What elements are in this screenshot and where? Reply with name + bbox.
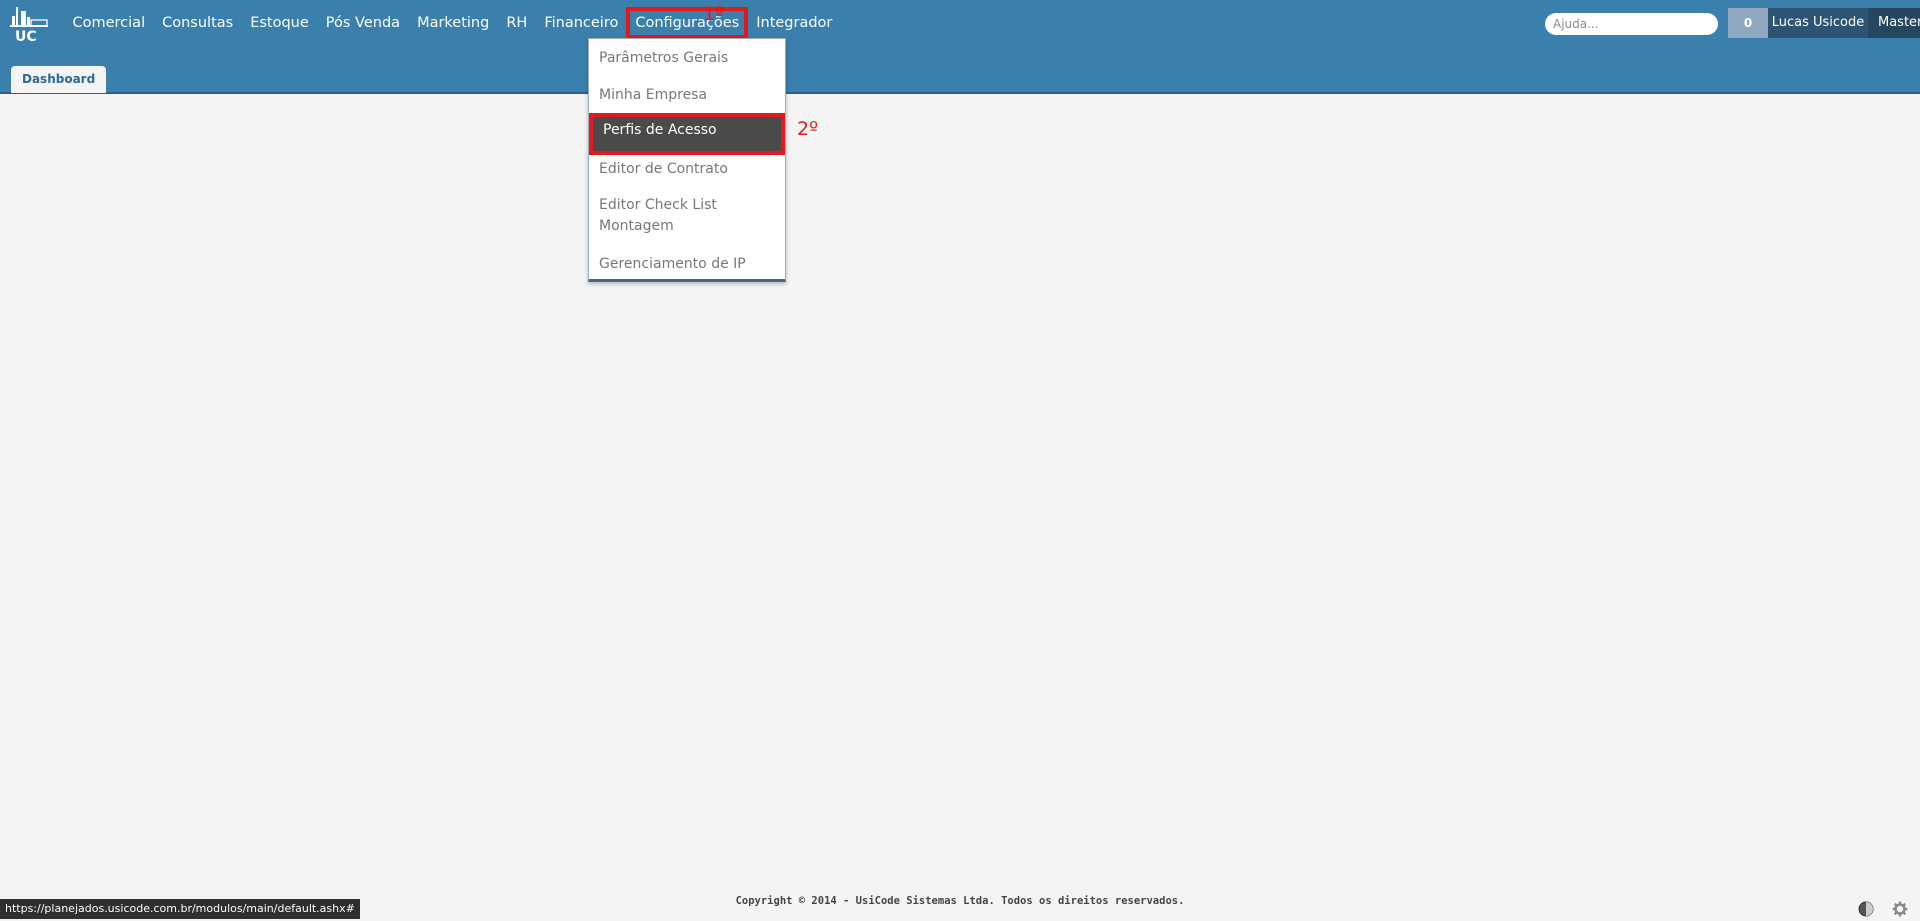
menu-item-editor-check-list[interactable]: Editor Check List Montagem: [589, 195, 785, 237]
user-name-button[interactable]: Lucas Usicode: [1768, 8, 1868, 38]
menu-item-parametros-gerais[interactable]: Parâmetros Gerais: [589, 48, 785, 69]
menu-item-minha-empresa[interactable]: Minha Empresa: [589, 85, 785, 106]
nav-configuracoes[interactable]: Configurações: [626, 7, 749, 39]
top-header: UC Comercial Consultas Estoque Pós Venda…: [0, 0, 1920, 94]
nav-estoque[interactable]: Estoque: [242, 10, 318, 36]
step-1-annotation: 1º: [703, 3, 725, 25]
nav-financeiro[interactable]: Financeiro: [536, 10, 627, 36]
nav-comercial[interactable]: Comercial: [64, 10, 154, 36]
configuracoes-dropdown: Parâmetros Gerais Minha Empresa Perfis d…: [588, 38, 786, 282]
notifications-badge[interactable]: 0: [1728, 8, 1768, 38]
logo-text: UC: [15, 29, 37, 44]
theme-icon[interactable]: [1858, 901, 1874, 917]
uc-logo-icon[interactable]: UC: [6, 4, 50, 44]
status-url: https://planejados.usicode.com.br/modulo…: [0, 899, 360, 919]
menu-item-perfis-de-acesso[interactable]: Perfis de Acesso: [589, 113, 785, 155]
menu-item-gerenciamento-ip[interactable]: Gerenciamento de IP: [589, 254, 785, 275]
nav-integrador[interactable]: Integrador: [748, 10, 841, 36]
nav-pos-venda[interactable]: Pós Venda: [317, 10, 408, 36]
step-2-annotation: 2º: [797, 118, 819, 140]
nav-marketing[interactable]: Marketing: [409, 10, 498, 36]
gear-icon[interactable]: [1892, 901, 1908, 917]
main-nav: Comercial Consultas Estoque Pós Venda Ma…: [64, 7, 841, 39]
menu-item-editor-de-contrato[interactable]: Editor de Contrato: [589, 159, 785, 180]
nav-rh[interactable]: RH: [498, 10, 536, 36]
nav-consultas[interactable]: Consultas: [154, 10, 242, 36]
tab-dashboard[interactable]: Dashboard: [11, 66, 107, 93]
help-search-input[interactable]: [1545, 13, 1718, 35]
user-role-button[interactable]: Master: [1868, 8, 1920, 38]
